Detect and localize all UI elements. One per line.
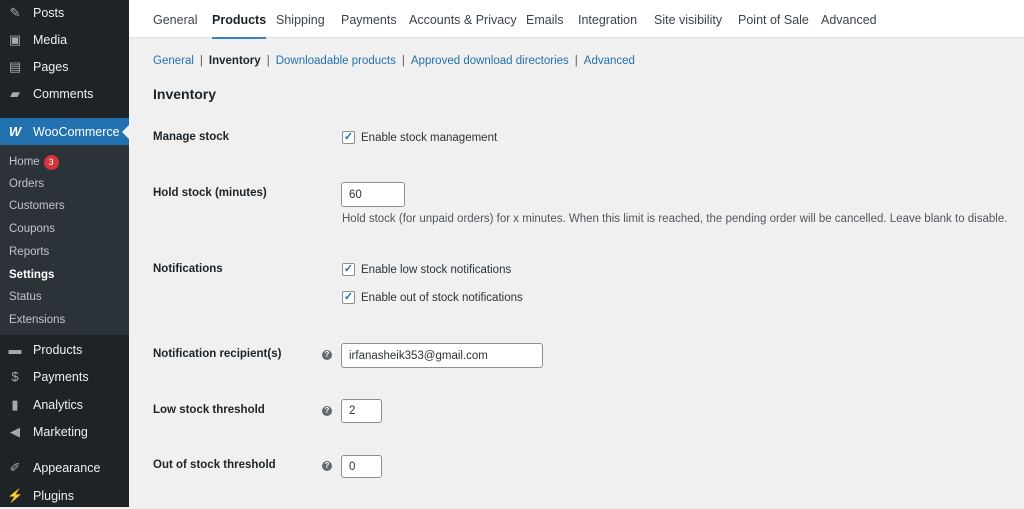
submenu-reports[interactable]: Reports [9,246,49,258]
media-icon: ▣ [8,32,22,47]
menu-analytics[interactable]: ▮ Analytics [0,392,129,418]
tab-products[interactable]: Products [212,13,267,39]
checkmark-icon: ✓ [342,291,355,304]
submenu-coupons[interactable]: Coupons [9,223,55,235]
megaphone-icon: ◀ [10,424,20,439]
admin-sidebar: ✎ Posts ▣ Media ▤ Pages ▰ Comments W WooComme… [0,0,129,507]
tab-point-of-sale[interactable]: Point of Sale [738,13,809,27]
tab-payments[interactable]: Payments [341,13,397,27]
tab-general[interactable]: General [153,13,197,27]
hold-stock-label: Hold stock (minutes) [153,187,267,199]
menu-pages[interactable]: ▤ Pages [0,54,129,80]
low-threshold-input[interactable]: 2 [341,399,382,423]
menu-payments[interactable]: $ Payments [0,364,129,390]
archive-icon: ▬ [8,342,22,357]
submenu-home[interactable]: Home 3 [9,155,59,170]
brush-icon: ✐ [9,460,21,475]
submenu-settings[interactable]: Settings [9,269,54,281]
low-threshold-label: Low stock threshold [153,404,265,416]
menu-label: Pages [33,60,69,74]
menu-label: Posts [33,6,65,20]
tab-site-visibility[interactable]: Site visibility [654,13,722,27]
submenu-status[interactable]: Status [9,291,42,303]
menu-label: Analytics [33,398,84,412]
low-stock-notification-checkbox[interactable]: ✓ Enable low stock notifications [342,263,511,276]
out-of-stock-notification-checkbox[interactable]: ✓ Enable out of stock notifications [342,291,523,304]
menu-woocommerce[interactable]: W WooCommerce [0,118,129,145]
menu-label: Plugins [33,489,74,503]
menu-label: Payments [33,370,89,384]
subnav-approved-directories[interactable]: Approved download directories [411,55,569,67]
menu-label: WooCommerce [33,124,120,139]
menu-label: Marketing [33,425,88,439]
subnav-downloadable-products[interactable]: Downloadable products [276,55,396,67]
menu-plugins[interactable]: ⚡ Plugins [0,483,129,509]
help-icon[interactable]: ? [322,406,332,416]
subnav-general[interactable]: General [153,55,194,67]
manage-stock-checkbox[interactable]: ✓ Enable stock management [342,131,497,144]
menu-marketing[interactable]: ◀ Marketing [0,419,129,445]
checkbox-label: Enable out of stock notifications [361,291,523,304]
comment-icon: ▰ [10,86,20,101]
tab-emails[interactable]: Emails [526,13,564,27]
submenu-orders[interactable]: Orders [9,178,44,190]
menu-label: Comments [33,87,94,101]
settings-tabs: General Products Shipping Payments Accou… [129,0,1024,39]
out-threshold-label: Out of stock threshold [153,459,276,471]
checkbox-label: Enable stock management [361,131,498,144]
out-threshold-input[interactable]: 0 [341,455,382,478]
dollar-icon: $ [11,369,19,384]
menu-products[interactable]: ▬ Products [0,337,129,363]
menu-comments[interactable]: ▰ Comments [0,81,129,107]
hold-stock-description: Hold stock (for unpaid orders) for x min… [342,213,1008,225]
help-icon[interactable]: ? [322,461,332,471]
tab-advanced[interactable]: Advanced [821,13,877,27]
menu-appearance[interactable]: ✐ Appearance [0,455,129,481]
submenu-customers[interactable]: Customers [9,200,65,212]
submenu-extensions[interactable]: Extensions [9,314,65,326]
recipient-input[interactable]: irfanasheik353@gmail.com [341,343,543,368]
woocommerce-submenu: Home 3 Orders Customers Coupons Reports S… [0,145,129,335]
subnav-inventory[interactable]: Inventory [209,55,261,67]
menu-label: Media [33,33,68,47]
menu-posts[interactable]: ✎ Posts [0,0,129,26]
notification-badge: 3 [43,155,59,170]
checkmark-icon: ✓ [342,263,355,276]
menu-label: Appearance [33,461,101,475]
subnav-advanced[interactable]: Advanced [584,55,635,67]
pin-icon: ✎ [9,5,21,20]
menu-media[interactable]: ▣ Media [0,27,129,53]
menu-label: Products [33,343,83,357]
plug-icon: ⚡ [7,488,24,503]
checkmark-icon: ✓ [342,131,355,144]
pages-icon: ▤ [8,59,22,74]
help-icon[interactable]: ? [322,350,332,360]
manage-stock-label: Manage stock [153,131,230,143]
section-subnav: General | Inventory | Downloadable products |… [153,55,635,67]
bar-chart-icon: ▮ [11,397,19,412]
checkbox-label: Enable low stock notifications [361,263,512,276]
submenu-label: Home [9,156,40,168]
section-title: Inventory [153,86,217,102]
recipient-label: Notification recipient(s) [153,348,282,360]
tab-shipping[interactable]: Shipping [276,13,325,27]
tab-integration[interactable]: Integration [578,13,637,27]
woo-icon: W [8,123,22,139]
tab-accounts-privacy[interactable]: Accounts & Privacy [409,13,517,27]
notifications-label: Notifications [153,263,223,275]
hold-stock-input[interactable]: 60 [341,182,405,207]
